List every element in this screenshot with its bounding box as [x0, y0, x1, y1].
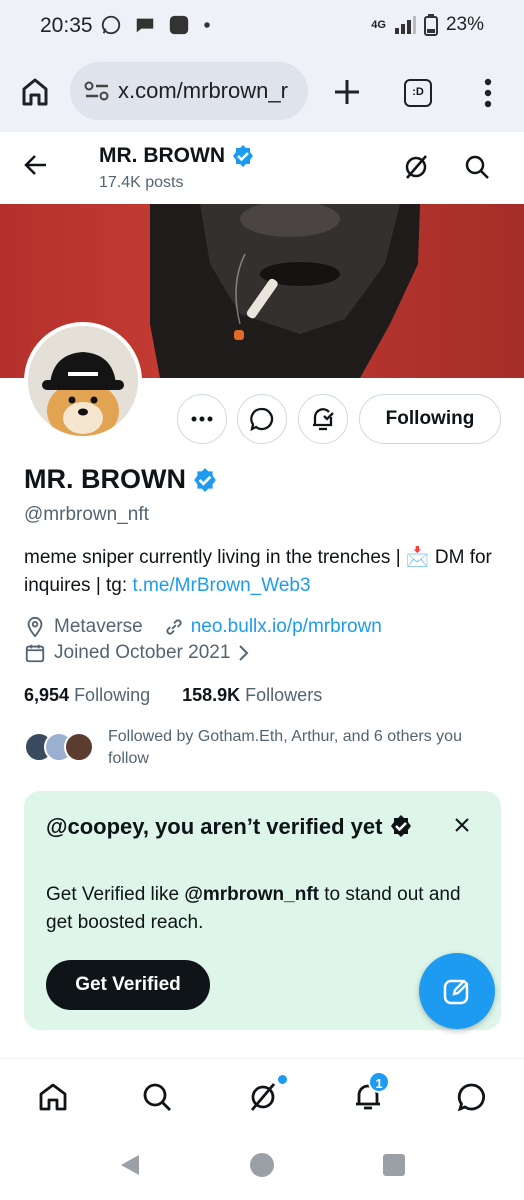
display-name: MR. BROWN	[24, 464, 218, 495]
close-icon[interactable]	[454, 817, 470, 833]
recents-square-icon[interactable]	[382, 1153, 406, 1177]
new-tab-icon[interactable]	[333, 78, 361, 106]
followers-stat[interactable]: 158.9K Followers	[182, 685, 322, 706]
more-options-button[interactable]	[177, 394, 227, 444]
joined-text: Joined October 2021	[54, 642, 231, 663]
site-settings-icon[interactable]	[84, 80, 110, 102]
nav-grok[interactable]	[243, 1075, 287, 1117]
tab-switcher-button[interactable]: :D	[404, 79, 432, 107]
profile-bio: meme sniper currently living in the tren…	[24, 544, 494, 600]
nav-home[interactable]	[33, 1077, 73, 1117]
url-text: x.com/mrbrown_r	[118, 78, 288, 103]
whatsapp-icon	[101, 15, 121, 35]
home-circle-icon[interactable]	[249, 1152, 275, 1178]
following-stat[interactable]: 6,954 Following	[24, 685, 150, 706]
app-icon	[169, 15, 189, 35]
nav-messages[interactable]	[452, 1077, 492, 1117]
status-right: 4G 23%	[371, 14, 484, 36]
verify-body: Get Verified like @mrbrown_nft to stand …	[46, 884, 461, 933]
follower-avatar	[64, 732, 94, 762]
calendar-icon	[25, 644, 45, 663]
dot-icon	[204, 22, 210, 28]
verified-badge-icon	[232, 145, 253, 167]
more-vert-icon[interactable]	[482, 78, 494, 108]
search-icon[interactable]	[464, 154, 490, 180]
compose-icon	[443, 979, 469, 1005]
link-icon	[166, 619, 182, 635]
followed-by-text: Followed by Gotham.Eth, Arthur, and 6 ot…	[108, 728, 462, 767]
location-text: Metaverse	[54, 616, 143, 637]
following-button[interactable]: Following	[359, 394, 501, 444]
verified-check-icon	[390, 815, 411, 837]
header-name: MR. BROWN	[99, 144, 255, 168]
profile-header: MR. BROWN 17.4K posts	[0, 132, 524, 204]
verify-title: @coopey, you aren’t verified yet	[46, 813, 426, 841]
url-bar[interactable]: x.com/mrbrown_r	[70, 62, 308, 120]
notify-button[interactable]	[298, 394, 348, 444]
browser-toolbar: x.com/mrbrown_r :D	[0, 54, 524, 132]
follow-stats: 6,954 Following 158.9K Followers	[24, 685, 322, 706]
joined-row[interactable]: Joined October 2021	[24, 642, 252, 664]
status-bar: 20:35 4G 23%	[0, 0, 524, 54]
verify-handle: @mrbrown_nft	[184, 884, 319, 905]
grok-icon	[250, 1083, 276, 1111]
get-verified-button[interactable]: Get Verified	[46, 960, 210, 1010]
search-icon	[143, 1083, 171, 1111]
nav-search[interactable]	[137, 1077, 177, 1117]
system-navigation	[0, 1136, 524, 1200]
avatar[interactable]	[24, 322, 142, 440]
message-icon	[250, 407, 274, 432]
chevron-right-icon	[239, 645, 249, 661]
more-horiz-icon	[191, 416, 213, 422]
bell-check-icon	[313, 408, 334, 431]
compose-post-button[interactable]	[419, 953, 495, 1029]
message-icon	[457, 1083, 485, 1112]
nav-notifications[interactable]: 1	[348, 1071, 390, 1117]
verified-badge-icon	[194, 467, 216, 492]
website-link[interactable]: neo.bullx.io/p/mrbrown	[191, 616, 382, 638]
network-label: 4G	[371, 19, 386, 31]
status-time: 20:35	[40, 14, 93, 37]
battery-icon	[423, 14, 438, 36]
message-button[interactable]	[237, 394, 287, 444]
posts-count: 17.4K posts	[99, 174, 184, 191]
avatar-image	[28, 326, 138, 436]
profile-meta: Metaverse neo.bullx.io/p/mrbrown	[24, 616, 382, 638]
chat-icon	[136, 18, 154, 33]
home-icon	[39, 1083, 67, 1111]
grok-icon[interactable]	[403, 154, 429, 180]
notification-badge: 1	[368, 1071, 390, 1093]
location-pin-icon	[27, 616, 43, 638]
bottom-navigation: 1	[0, 1058, 524, 1136]
back-arrow-icon[interactable]	[24, 154, 48, 176]
home-icon[interactable]	[21, 77, 49, 107]
bio-link[interactable]: t.me/MrBrown_Web3	[132, 575, 310, 596]
profile-handle: @mrbrown_nft	[24, 504, 149, 525]
back-triangle-icon[interactable]	[117, 1152, 143, 1178]
notification-icons	[100, 14, 212, 36]
battery-percent: 23%	[445, 14, 484, 35]
signal-icon	[394, 16, 416, 34]
followed-by[interactable]: Followed by Gotham.Eth, Arthur, and 6 ot…	[24, 726, 504, 774]
new-indicator-dot	[278, 1075, 287, 1084]
